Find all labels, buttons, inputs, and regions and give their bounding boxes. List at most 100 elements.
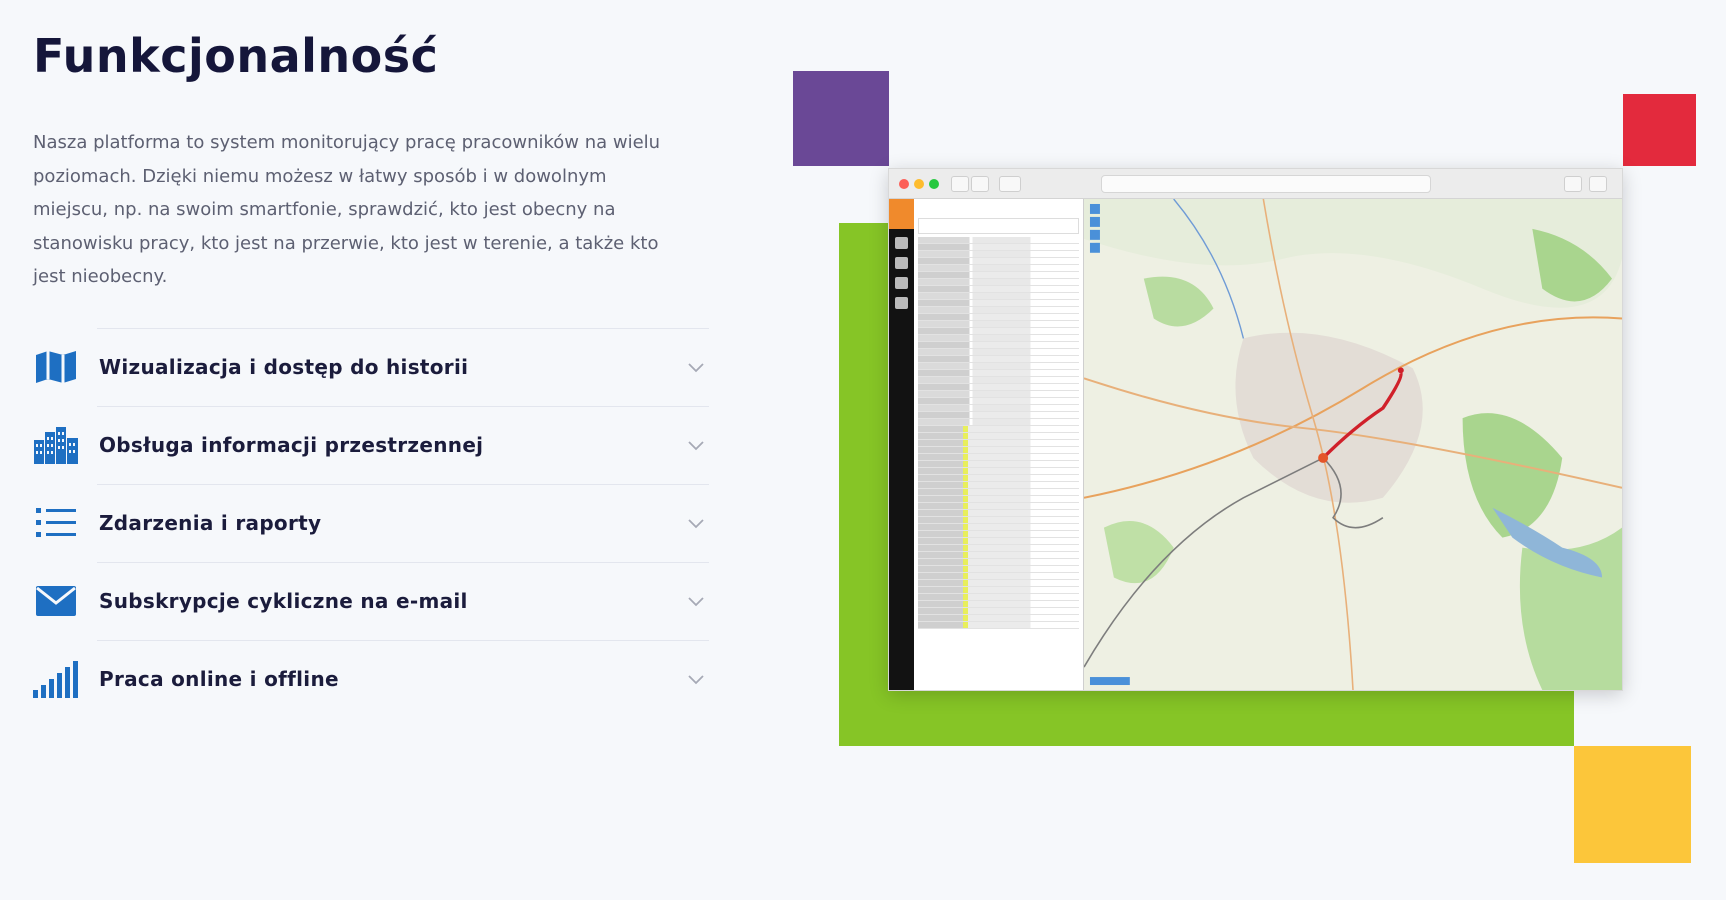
panel-row — [918, 531, 1079, 538]
panel-row — [918, 279, 1079, 286]
divider — [97, 561, 709, 563]
chevron-down-icon[interactable] — [685, 512, 707, 534]
feature-item-online-offline[interactable]: Praca online i offline — [33, 639, 709, 718]
panel-row — [918, 328, 1079, 335]
panel-row — [918, 398, 1079, 405]
panel-row — [918, 468, 1079, 475]
panel-filter — [918, 218, 1079, 234]
panel-row — [918, 265, 1079, 272]
panel-row — [918, 461, 1079, 468]
device-icon — [895, 277, 908, 289]
map-icon — [33, 345, 79, 389]
decorative-square-red — [1623, 94, 1696, 166]
panel-row — [918, 433, 1079, 440]
people-icon — [895, 257, 908, 269]
panel-row — [918, 510, 1079, 517]
city-icon — [33, 423, 79, 467]
panel-row — [918, 573, 1079, 580]
feature-item-events[interactable]: Zdarzenia i raporty — [33, 483, 709, 562]
history-panel — [914, 199, 1084, 690]
panel-row — [918, 475, 1079, 482]
panel-row — [918, 363, 1079, 370]
divider — [97, 639, 709, 641]
panel-row — [918, 440, 1079, 447]
panel-row — [918, 454, 1079, 461]
map-view — [1084, 199, 1622, 690]
divider — [97, 483, 709, 485]
window-maximize-dot — [929, 179, 939, 189]
panel-row — [918, 293, 1079, 300]
panel-row — [918, 601, 1079, 608]
panel-row — [918, 251, 1079, 258]
tabs-icon — [1589, 176, 1607, 192]
panel-row — [918, 538, 1079, 545]
feature-item-spatial[interactable]: Obsługa informacji przestrzennej — [33, 405, 709, 484]
app-window — [889, 199, 1622, 690]
app-screenshot — [888, 168, 1623, 691]
panel-row — [918, 272, 1079, 279]
panel-row — [918, 342, 1079, 349]
window-minimize-dot — [914, 179, 924, 189]
feature-label: Obsługa informacji przestrzennej — [99, 432, 484, 457]
panel-row — [918, 587, 1079, 594]
sidebar-icon — [999, 176, 1021, 192]
panel-row — [918, 237, 1079, 244]
content-column: Funkcjonalność Nasza platforma to system… — [33, 28, 709, 718]
panel-row — [918, 391, 1079, 398]
feature-item-visualization[interactable]: Wizualizacja i dostęp do historii — [33, 327, 709, 406]
chevron-down-icon[interactable] — [685, 356, 707, 378]
report-icon — [895, 297, 908, 309]
url-bar — [1101, 175, 1431, 193]
panel-row — [918, 321, 1079, 328]
chevron-down-icon[interactable] — [685, 434, 707, 456]
panel-row — [918, 405, 1079, 412]
panel-row — [918, 559, 1079, 566]
panel-row — [918, 384, 1079, 391]
panel-row — [918, 580, 1079, 587]
app-logo — [889, 199, 914, 229]
panel-row — [918, 349, 1079, 356]
decorative-square-yellow — [1574, 746, 1691, 863]
panel-row — [918, 489, 1079, 496]
intro-paragraph: Nasza platforma to system monitorujący p… — [33, 132, 661, 287]
feature-label: Wizualizacja i dostęp do historii — [99, 354, 469, 379]
envelope-icon — [33, 579, 79, 623]
panel-row — [918, 622, 1079, 629]
panel-row — [918, 307, 1079, 314]
divider — [97, 327, 709, 329]
panel-row — [918, 447, 1079, 454]
panel-row — [918, 545, 1079, 552]
panel-row — [918, 552, 1079, 559]
panel-row — [918, 482, 1079, 489]
decorative-square-green — [839, 223, 1574, 746]
map-canvas — [1084, 199, 1622, 690]
browser-toolbar — [889, 169, 1622, 199]
divider — [97, 405, 709, 407]
chevron-down-icon[interactable] — [685, 590, 707, 612]
panel-row — [918, 594, 1079, 601]
panel-row — [918, 419, 1079, 426]
panel-row — [918, 517, 1079, 524]
forward-icon — [971, 176, 989, 192]
feature-item-subscriptions[interactable]: Subskrypcje cykliczne na e-mail — [33, 561, 709, 640]
back-icon — [951, 176, 969, 192]
panel-row — [918, 496, 1079, 503]
panel-row — [918, 258, 1079, 265]
feature-accordion: Wizualizacja i dostęp do historii Obsług… — [33, 327, 709, 718]
panel-row — [918, 286, 1079, 293]
panel-row — [918, 426, 1079, 433]
panel-header — [914, 199, 1083, 215]
user-icon — [895, 237, 908, 249]
panel-row — [918, 335, 1079, 342]
panel-row — [918, 314, 1079, 321]
feature-label: Praca online i offline — [99, 666, 339, 691]
panel-row — [918, 608, 1079, 615]
app-sidebar-rail — [889, 199, 914, 690]
share-icon — [1564, 176, 1582, 192]
panel-row — [918, 244, 1079, 251]
panel-row — [918, 412, 1079, 419]
panel-row — [918, 370, 1079, 377]
chevron-down-icon[interactable] — [685, 668, 707, 690]
window-close-dot — [899, 179, 909, 189]
panel-row — [918, 615, 1079, 622]
